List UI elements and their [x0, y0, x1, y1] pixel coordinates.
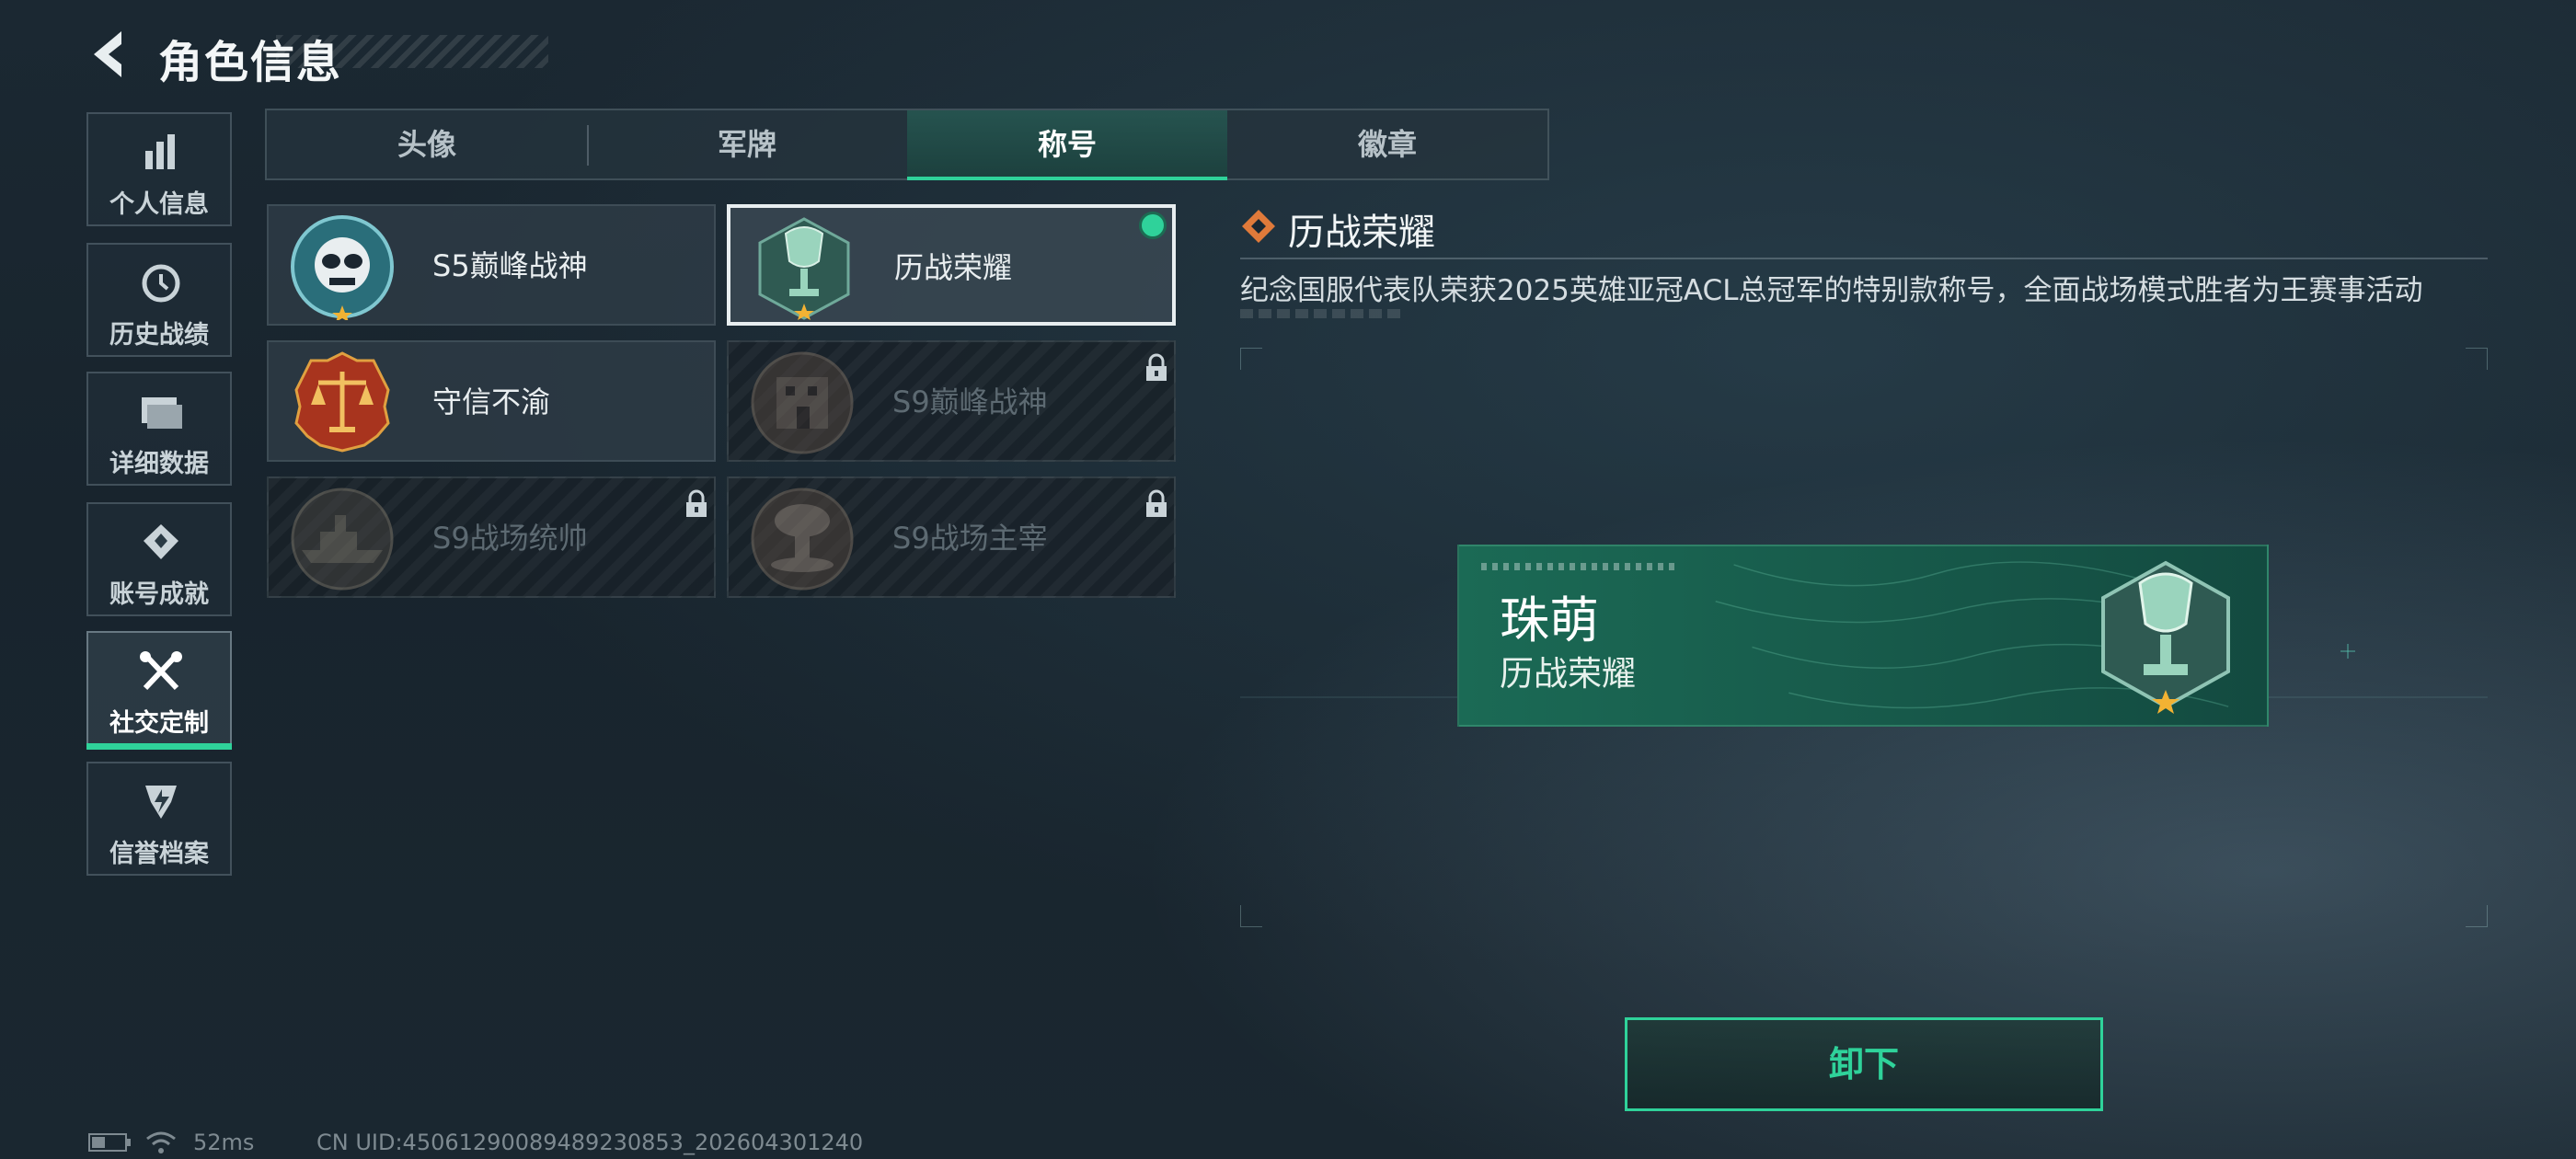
detail-divider	[1240, 258, 2488, 259]
title-card-keep-faith[interactable]: 守信不渝	[267, 340, 716, 462]
ping-readout: 52ms	[193, 1130, 255, 1155]
title-name: S9巅峰战神	[892, 384, 1048, 419]
preview-title-name: 历战荣耀	[1500, 654, 1636, 694]
tab-avatar[interactable]: 头像	[267, 110, 587, 178]
title-name: 守信不渝	[432, 384, 551, 419]
tab-titles[interactable]: 称号	[907, 110, 1227, 180]
title-card-s9-dominator[interactable]: S9战场主宰	[727, 476, 1176, 598]
credit-icon	[145, 786, 177, 819]
title-card-s9-peak[interactable]: S9巅峰战神	[727, 340, 1176, 462]
detail-description: 纪念国服代表队荣获2025英雄亚冠ACL总冠军的特别款称号，全面战场模式胜者为王…	[1240, 274, 2423, 307]
tab-badges[interactable]: 徽章	[1227, 110, 1547, 178]
title-preview-card: 珠萌 历战荣耀	[1457, 545, 2269, 727]
detail-title: 历战荣耀	[1288, 212, 1435, 254]
sidebar-item-personal-info[interactable]: 个人信息	[86, 112, 232, 226]
detail-decoration	[1240, 309, 1402, 318]
sidebar-item-label: 信誉档案	[109, 840, 209, 868]
achievement-icon	[144, 524, 178, 559]
battery-icon	[88, 1133, 131, 1152]
sidebar-item-label: 账号成就	[109, 580, 209, 609]
sidebar-active-indicator	[86, 743, 232, 750]
sidebar-item-credit[interactable]: 信誉档案	[86, 762, 232, 876]
lock-icon	[1146, 489, 1167, 517]
wifi-icon	[146, 1131, 176, 1153]
equipped-indicator	[1139, 212, 1167, 239]
lock-icon	[1146, 353, 1167, 381]
trophy-badge-icon	[758, 217, 850, 320]
scales-badge-icon	[294, 351, 390, 453]
title-name: 历战荣耀	[894, 250, 1013, 285]
warship-badge-icon	[291, 488, 394, 591]
tab-bar: 头像 军牌 称号 徽章	[265, 109, 1549, 180]
page-title: 角色信息	[158, 37, 343, 88]
tab-dog-tag[interactable]: 军牌	[587, 110, 907, 178]
building-badge-icon	[751, 351, 854, 454]
lock-icon	[686, 489, 707, 517]
title-name: S5巅峰战神	[432, 248, 588, 283]
folder-icon	[142, 397, 182, 429]
sidebar-item-history[interactable]: 历史战绩	[86, 243, 232, 357]
title-card-veteran-glory[interactable]: 历战荣耀	[727, 204, 1176, 326]
diamond-title-icon	[1242, 210, 1275, 243]
unequip-button[interactable]: 卸下	[1625, 1017, 2103, 1111]
skull-badge-icon	[291, 215, 394, 320]
sidebar-item-label: 社交定制	[109, 709, 209, 738]
sidebar-item-label: 详细数据	[109, 450, 209, 478]
sidebar-item-social-custom[interactable]: 社交定制	[86, 631, 232, 745]
preview-microtext	[1481, 563, 1674, 570]
trophy-badge-icon	[2101, 560, 2230, 714]
title-card-s9-commander[interactable]: S9战场统帅	[267, 476, 716, 598]
title-name: S9战场主宰	[892, 521, 1048, 556]
user-uid: CN UID:45061290089489230853_202604301240	[316, 1130, 864, 1155]
sidebar-item-label: 历史战绩	[109, 321, 209, 350]
title-name: S9战场统帅	[432, 521, 588, 556]
bar-chart-icon	[145, 134, 175, 169]
preview-player-name: 珠萌	[1500, 591, 1599, 649]
sidebar-item-achievements[interactable]: 账号成就	[86, 502, 232, 616]
mushroom-cloud-badge-icon	[751, 488, 854, 591]
title-card-s5-peak[interactable]: S5巅峰战神	[267, 204, 716, 326]
sidebar-item-detailed-data[interactable]: 详细数据	[86, 372, 232, 486]
sidebar-item-label: 个人信息	[109, 190, 209, 219]
history-icon	[142, 264, 180, 303]
tools-icon	[140, 651, 182, 691]
back-arrow-icon[interactable]	[85, 28, 138, 81]
